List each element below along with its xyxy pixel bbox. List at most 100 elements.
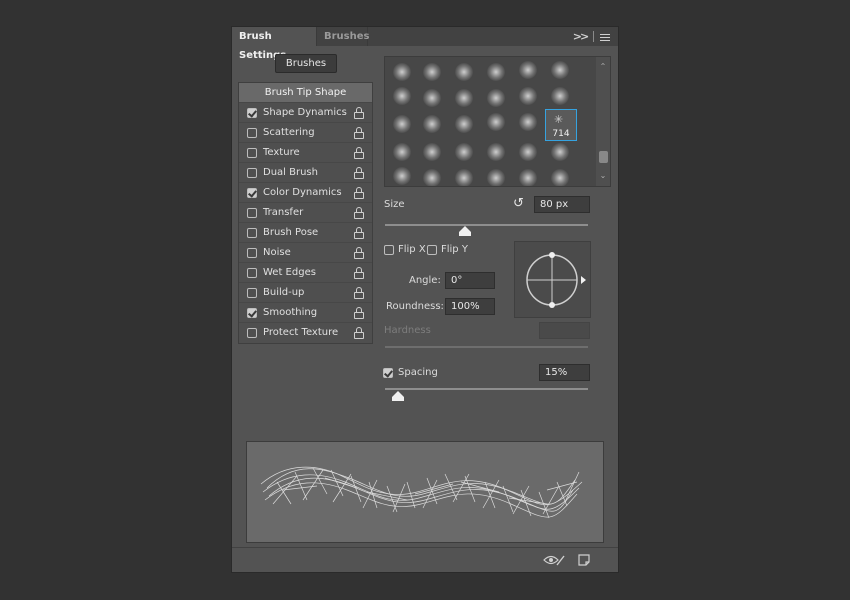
lock-icon[interactable] [354,307,364,319]
option-scattering[interactable]: Scattering [239,123,372,143]
lock-icon[interactable] [354,247,364,259]
brush-tip-thumbnail[interactable] [487,113,505,131]
brush-tip-thumbnail[interactable] [423,89,441,107]
brush-tip-thumbnail[interactable] [393,63,411,81]
flip-y-checkbox[interactable] [427,245,437,255]
brush-tip-thumbnail[interactable] [519,169,537,186]
brush-tip-thumbnail[interactable] [487,169,505,186]
spacing-slider-track[interactable] [385,388,588,390]
brush-tip-thumbnail[interactable] [551,169,569,186]
smoothing-checkbox[interactable] [247,308,257,318]
brush-tip-thumbnail[interactable] [393,143,411,161]
brush-tip-thumbnail[interactable] [393,87,411,105]
option-label: Texture [263,147,300,158]
scattering-checkbox[interactable] [247,128,257,138]
option-label: Wet Edges [263,267,316,278]
lock-icon[interactable] [354,327,364,339]
brush-tip-thumbnail[interactable] [455,63,473,81]
lock-icon[interactable] [354,127,364,139]
option-label: Shape Dynamics [263,107,347,118]
brush-tip-thumbnail[interactable] [393,167,411,185]
new-preset-icon[interactable] [578,554,590,566]
brush-tip-thumbnail[interactable] [519,143,537,161]
option-smoothing[interactable]: Smoothing [239,303,372,323]
lock-icon[interactable] [354,267,364,279]
dual-brush-checkbox[interactable] [247,168,257,178]
brush-tip-thumbnail[interactable] [487,143,505,161]
option-label: Smoothing [263,307,318,318]
flip-x-label: Flip X [398,244,426,255]
shape-dynamics-checkbox[interactable] [247,108,257,118]
lock-icon[interactable] [354,227,364,239]
wet-edges-checkbox[interactable] [247,268,257,278]
spacing-label: Spacing [398,367,438,378]
tab-brushes[interactable]: Brushes [316,27,369,46]
brush-tip-shape-item[interactable]: Brush Tip Shape [239,83,372,103]
lock-icon[interactable] [354,287,364,299]
brush-tip-thumbnail[interactable] [423,63,441,81]
brush-tip-thumbnail[interactable] [519,61,537,79]
reset-icon[interactable]: ↺ [512,197,525,210]
scrollbar-thumb[interactable] [599,151,608,163]
double-chevron-right-icon[interactable]: >> [571,27,589,46]
brush-tip-thumbnail[interactable] [455,115,473,133]
brush-tip-thumbnail[interactable] [455,169,473,186]
noise-checkbox[interactable] [247,248,257,258]
tab-brush-settings[interactable]: Brush Settings [232,27,316,61]
brush-tip-thumbnail[interactable] [551,61,569,79]
flip-x-checkbox[interactable] [384,245,394,255]
brush-tip-thumbnail[interactable] [519,87,537,105]
brush-tip-thumbnail[interactable] [455,89,473,107]
brush-tip-thumbnail[interactable] [551,143,569,161]
selected-brush-tip[interactable]: ✳ 714 [545,109,577,141]
lock-icon[interactable] [354,107,364,119]
brush-tip-scrollbar[interactable]: ⌃ ⌄ [596,57,610,186]
protect-texture-checkbox[interactable] [247,328,257,338]
brush-pose-checkbox[interactable] [247,228,257,238]
lock-icon[interactable] [354,167,364,179]
brush-options-list: Brush Tip Shape Shape Dynamics Scatterin… [238,82,373,344]
brush-tip-grid[interactable]: ✳ 714 ⌃ ⌄ [384,56,611,187]
brush-tip-thumbnail[interactable] [423,143,441,161]
spacing-field[interactable]: 15% [539,364,590,381]
option-protect-texture[interactable]: Protect Texture [239,323,372,343]
color-dynamics-checkbox[interactable] [247,188,257,198]
transfer-checkbox[interactable] [247,208,257,218]
option-label: Color Dynamics [263,187,342,198]
eye-icon[interactable] [543,554,565,566]
lock-icon[interactable] [354,207,364,219]
brush-tip-thumbnail[interactable] [551,87,569,105]
angle-roundness-widget[interactable] [514,241,591,318]
size-slider-track[interactable] [385,224,588,226]
panel-footer [232,547,618,572]
brush-tip-thumbnail[interactable] [519,113,537,131]
option-wet-edges[interactable]: Wet Edges [239,263,372,283]
brush-tip-thumbnail[interactable] [487,63,505,81]
chevron-down-icon[interactable]: ⌄ [596,170,610,182]
option-shape-dynamics[interactable]: Shape Dynamics [239,103,372,123]
brush-tip-thumbnail[interactable] [423,115,441,133]
chevron-up-icon[interactable]: ⌃ [596,61,610,73]
option-label: Dual Brush [263,167,318,178]
option-build-up[interactable]: Build-up [239,283,372,303]
brush-tip-thumbnail[interactable] [455,143,473,161]
angle-field[interactable]: 0° [445,272,495,289]
build-up-checkbox[interactable] [247,288,257,298]
option-dual-brush[interactable]: Dual Brush [239,163,372,183]
texture-checkbox[interactable] [247,148,257,158]
lock-icon[interactable] [354,147,364,159]
size-field[interactable]: 80 px [534,196,590,213]
option-brush-pose[interactable]: Brush Pose [239,223,372,243]
brush-tip-thumbnail[interactable] [487,89,505,107]
brush-tip-thumbnail[interactable] [423,169,441,186]
roundness-field[interactable]: 100% [445,298,495,315]
option-color-dynamics[interactable]: Color Dynamics [239,183,372,203]
lock-icon[interactable] [354,187,364,199]
hamburger-menu-icon[interactable] [598,27,612,46]
option-transfer[interactable]: Transfer [239,203,372,223]
option-texture[interactable]: Texture [239,143,372,163]
option-noise[interactable]: Noise [239,243,372,263]
spacing-checkbox[interactable] [383,368,393,378]
brush-tip-thumbnail[interactable] [393,115,411,133]
brushes-button[interactable]: Brushes [275,54,337,73]
